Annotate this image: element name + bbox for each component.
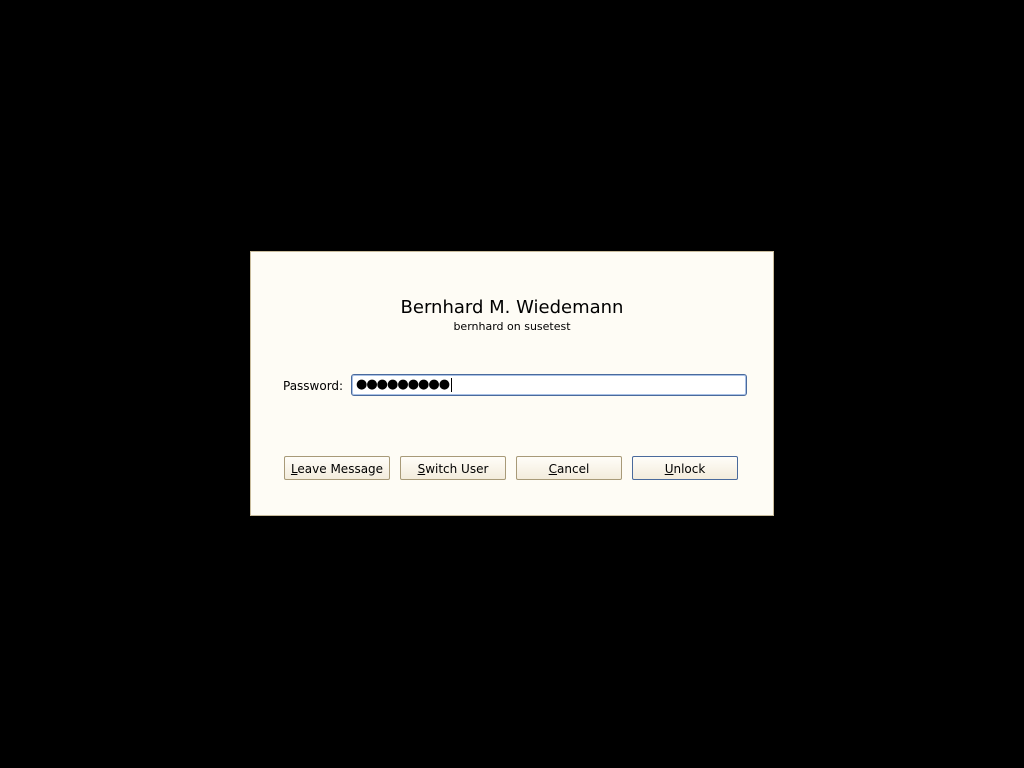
text-cursor [451,377,453,392]
cancel-mnemonic: C [548,462,558,476]
password-input[interactable]: ●●●●●●●●● [351,374,747,396]
user-host-line: bernhard on susetest [453,320,571,333]
password-label: Password: [283,379,344,393]
cancel-label: ancel [557,462,590,476]
unlock-dialog: Bernhard M. Wiedemann bernhard on susete… [250,251,774,516]
user-full-name: Bernhard M. Wiedemann [400,297,624,318]
unlock-label: nlock [673,462,706,476]
switch-user-label: witch User [425,462,489,476]
lock-screen-background: Bernhard M. Wiedemann bernhard on susete… [0,0,1024,768]
leave-message-button[interactable]: Leave Message [284,456,390,480]
cancel-button[interactable]: Cancel [516,456,622,480]
switch-user-button[interactable]: Switch User [400,456,506,480]
unlock-button[interactable]: Unlock [632,456,738,480]
password-masked-value: ●●●●●●●●● [356,377,450,392]
leave-message-label: eave Message [297,462,384,476]
